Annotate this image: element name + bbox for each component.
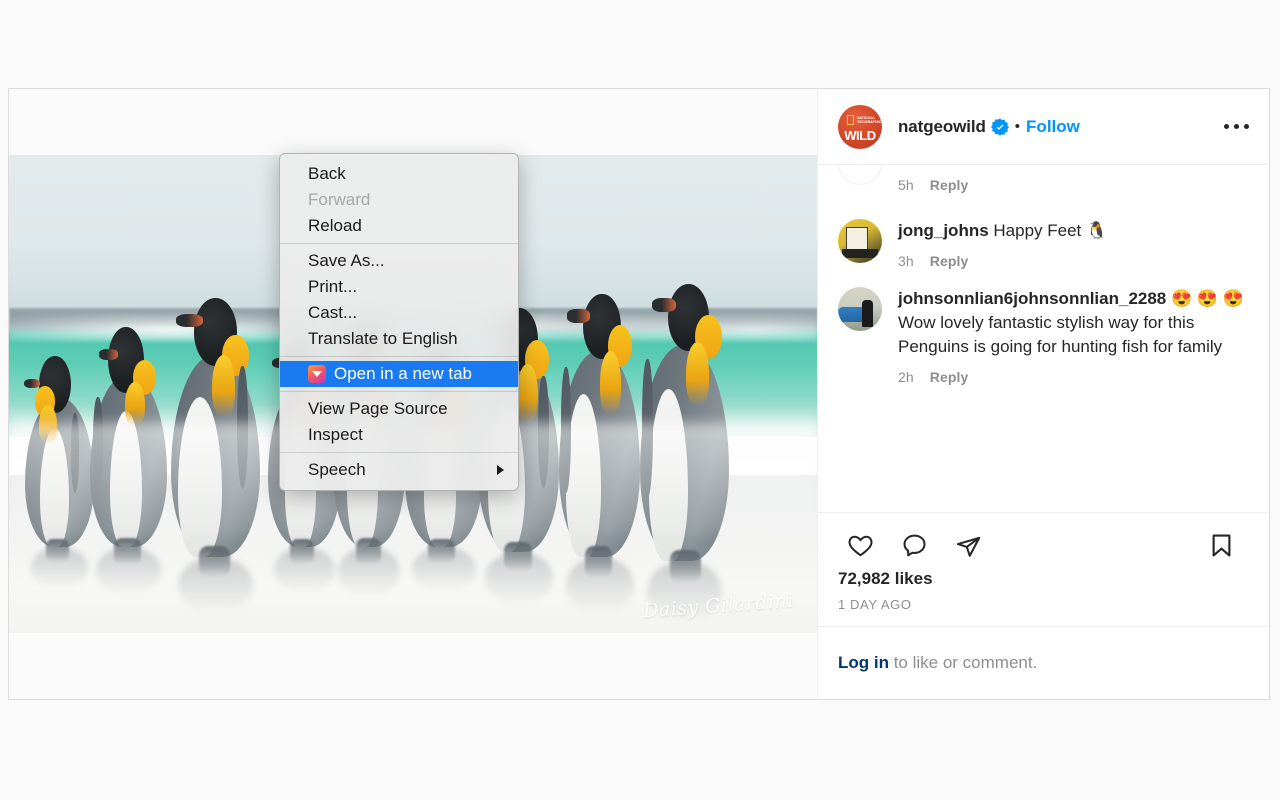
avatar[interactable]: NATIONAL GEOGRAPHIC WILD — [838, 104, 882, 149]
comment-text: johnsonnlian6johnsonnlian_2288 😍 😍 😍 Wow… — [898, 287, 1249, 359]
menu-item-open-in-new-tab[interactable]: Open in a new tab — [280, 361, 518, 387]
bookmark-icon[interactable] — [1199, 523, 1243, 567]
login-prompt: Log in to like or comment. — [818, 626, 1269, 699]
app-gradient-icon — [308, 365, 326, 383]
menu-separator — [280, 452, 518, 453]
menu-group-developer: View Page Source Inspect — [280, 393, 518, 451]
comment-text: jong_johns Happy Feet 🐧 — [898, 219, 1249, 243]
comment-meta: 5h Reply — [898, 177, 968, 205]
avatar[interactable] — [838, 287, 882, 331]
menu-item-cast[interactable]: Cast... — [280, 300, 518, 326]
menu-group-navigation: Back Forward Reload — [280, 158, 518, 242]
browser-context-menu[interactable]: Back Forward Reload Save As... Print... … — [279, 153, 519, 491]
menu-item-label: Open in a new tab — [334, 364, 472, 383]
reply-button[interactable]: Reply — [930, 369, 969, 385]
comments-list[interactable]: 5h Reply jong_johns Happy Feet 🐧 3h Repl… — [818, 165, 1269, 512]
comment-time: 5h — [898, 177, 914, 193]
comment-icon[interactable] — [892, 523, 936, 567]
post-actions-section: 72,982 likes 1 DAY AGO — [818, 512, 1269, 626]
comment-body: johnsonnlian6johnsonnlian_2288 😍 😍 😍 Wow… — [898, 287, 1249, 385]
instagram-post-card: Daisy Gilardini NATIONAL GEOGRAPHIC WILD… — [8, 88, 1270, 700]
comment-meta: 3h Reply — [898, 253, 1249, 269]
ellipsis-icon[interactable] — [1221, 114, 1251, 140]
menu-item-reload[interactable]: Reload — [280, 213, 518, 239]
comment-time: 2h — [898, 369, 914, 385]
menu-item-save-as[interactable]: Save As... — [280, 248, 518, 274]
comment-username[interactable]: jong_johns — [898, 221, 989, 240]
login-link[interactable]: Log in — [838, 653, 889, 672]
menu-item-view-page-source[interactable]: View Page Source — [280, 396, 518, 422]
reply-button[interactable]: Reply — [930, 253, 969, 269]
header-separator-dot: • — [1014, 118, 1021, 135]
action-row — [838, 523, 1249, 567]
follow-button[interactable]: Follow — [1026, 117, 1080, 137]
verified-badge-icon — [990, 117, 1009, 136]
avatar[interactable] — [838, 165, 882, 185]
comment-partial: 5h Reply — [838, 165, 1249, 205]
menu-group-speech: Speech — [280, 454, 518, 486]
avatar[interactable] — [838, 219, 882, 263]
comment-username[interactable]: johnsonnlian6johnsonnlian_2288 — [898, 289, 1166, 308]
menu-item-print[interactable]: Print... — [280, 274, 518, 300]
menu-item-back[interactable]: Back — [280, 161, 518, 187]
menu-item-inspect[interactable]: Inspect — [280, 422, 518, 448]
comment-body: jong_johns Happy Feet 🐧 3h Reply — [898, 219, 1249, 269]
comment-time: 3h — [898, 253, 914, 269]
avatar-submark: NATIONAL GEOGRAPHIC — [857, 115, 882, 124]
menu-separator — [280, 243, 518, 244]
menu-item-translate[interactable]: Translate to English — [280, 326, 518, 352]
heart-icon[interactable] — [838, 523, 882, 567]
comment-item: jong_johns Happy Feet 🐧 3h Reply — [838, 205, 1249, 273]
avatar-wordmark: WILD — [844, 127, 876, 143]
menu-group-page-actions: Save As... Print... Cast... Translate to… — [280, 245, 518, 355]
post-timestamp: 1 DAY AGO — [838, 597, 912, 612]
menu-item-speech[interactable]: Speech — [280, 457, 518, 483]
menu-group-extension: Open in a new tab — [280, 358, 518, 390]
menu-item-forward: Forward — [308, 190, 371, 209]
author-username[interactable]: natgeowild — [898, 117, 986, 137]
menu-separator — [280, 391, 518, 392]
menu-item-label: Speech — [308, 460, 366, 479]
chevron-right-icon — [497, 465, 504, 475]
share-icon[interactable] — [946, 523, 990, 567]
likes-count[interactable]: 72,982 likes — [838, 569, 1249, 589]
comment-item: johnsonnlian6johnsonnlian_2288 😍 😍 😍 Wow… — [838, 273, 1249, 389]
natgeo-frame-icon — [847, 114, 854, 125]
reply-button[interactable]: Reply — [930, 177, 969, 193]
comment-meta: 2h Reply — [898, 369, 1249, 385]
post-sidebar: NATIONAL GEOGRAPHIC WILD natgeowild • Fo… — [818, 89, 1269, 699]
login-prompt-text: to like or comment. — [888, 653, 1038, 672]
menu-separator — [280, 356, 518, 357]
author-meta: natgeowild • Follow — [898, 117, 1221, 137]
post-header: NATIONAL GEOGRAPHIC WILD natgeowild • Fo… — [818, 89, 1269, 165]
comment-message: Happy Feet 🐧 — [988, 221, 1108, 240]
